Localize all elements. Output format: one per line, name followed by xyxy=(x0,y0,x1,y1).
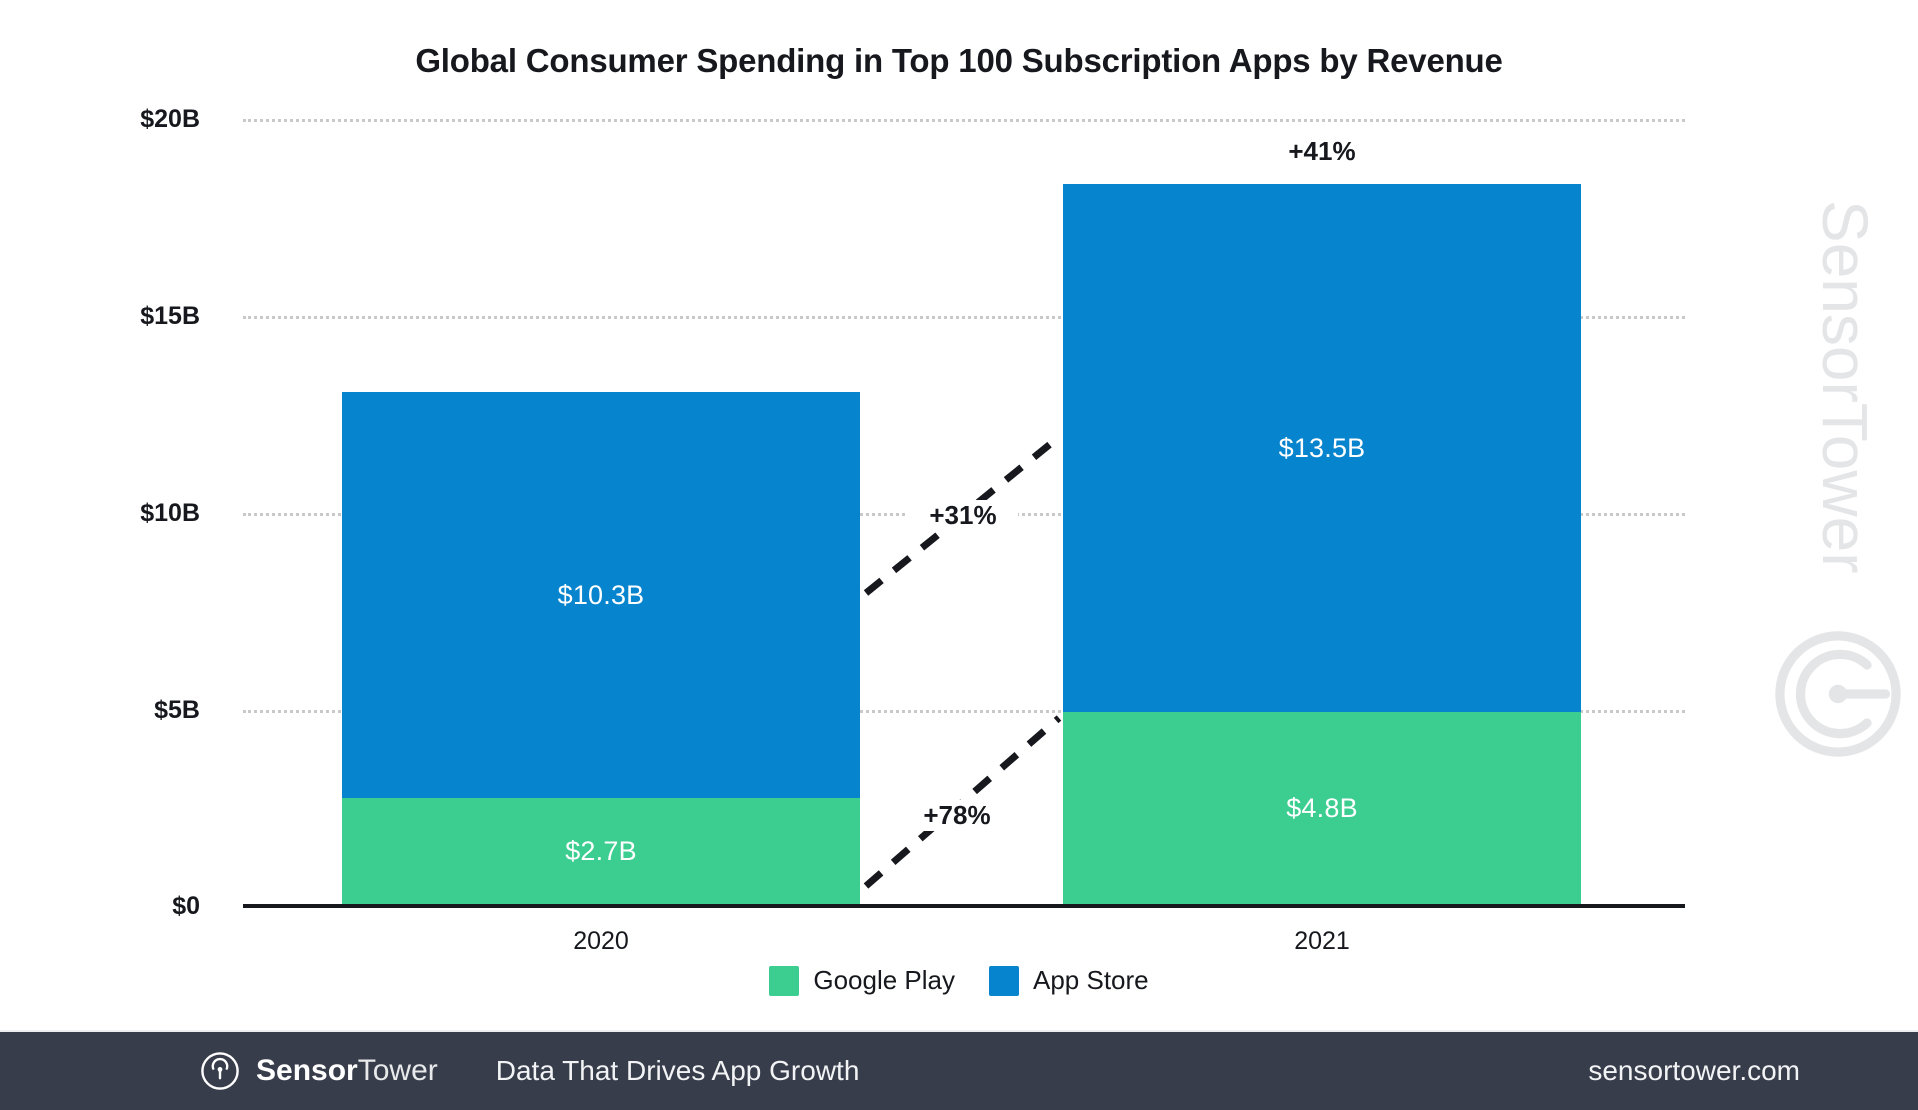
bar-2020-google-play-value: $2.7B xyxy=(565,835,637,866)
footer-bar: SensorTower Data That Drives App Growth … xyxy=(0,1032,1918,1110)
bar-2020-app-store[interactable]: $10.3B xyxy=(342,392,860,798)
bar-2021-google-play-value: $4.8B xyxy=(1286,792,1358,823)
chart-canvas: Global Consumer Spending in Top 100 Subs… xyxy=(0,0,1918,1110)
footer-brand-text: SensorTower xyxy=(256,1054,438,1088)
y-axis-label-10b: $10B xyxy=(140,499,200,527)
y-axis-label-20b: $20B xyxy=(140,105,200,133)
footer-tagline: Data That Drives App Growth xyxy=(495,1055,860,1086)
annotation-app-store-growth: +31% xyxy=(908,500,1018,531)
bar-2021-app-store-value: $13.5B xyxy=(1278,432,1366,463)
bar-2020-google-play[interactable]: $2.7B xyxy=(342,798,860,904)
legend-item-google-play[interactable]: Google Play xyxy=(769,965,955,996)
chart-legend: Google Play App Store xyxy=(0,965,1918,996)
legend-item-app-store[interactable]: App Store xyxy=(989,965,1149,996)
annotation-google-play-growth: +78% xyxy=(902,800,1012,831)
legend-label-app-store: App Store xyxy=(1033,965,1149,995)
plot-area: $20B $15B $10B $5B $0 $10.3B $2.7B $13.5… xyxy=(0,0,1918,1000)
y-axis-label-0: $0 xyxy=(172,892,200,920)
bar-2021-app-store[interactable]: $13.5B xyxy=(1063,184,1581,712)
sensortower-footer-logo-icon xyxy=(201,1052,239,1090)
y-axis-label-5b: $5B xyxy=(154,696,200,724)
annotation-total-growth: +41% xyxy=(1288,136,1356,166)
gridline-20 xyxy=(243,119,1685,122)
footer-url[interactable]: sensortower.com xyxy=(1588,1055,1800,1087)
footer-brand-light: Tower xyxy=(357,1054,438,1087)
y-axis-label-15b: $15B xyxy=(140,302,200,330)
footer-branding: SensorTower Data That Drives App Growth xyxy=(200,1051,859,1091)
legend-label-google-play: Google Play xyxy=(813,965,955,995)
x-axis-line xyxy=(243,904,1685,908)
x-axis-category-2021: 2021 xyxy=(1294,927,1350,955)
x-axis-category-2020: 2020 xyxy=(573,927,629,955)
bar-2021-google-play[interactable]: $4.8B xyxy=(1063,712,1581,904)
legend-swatch-app-store xyxy=(989,965,1019,996)
footer-brand-bold: Sensor xyxy=(256,1054,358,1087)
bar-2020-app-store-value: $10.3B xyxy=(557,579,645,610)
legend-swatch-google-play xyxy=(769,965,800,996)
